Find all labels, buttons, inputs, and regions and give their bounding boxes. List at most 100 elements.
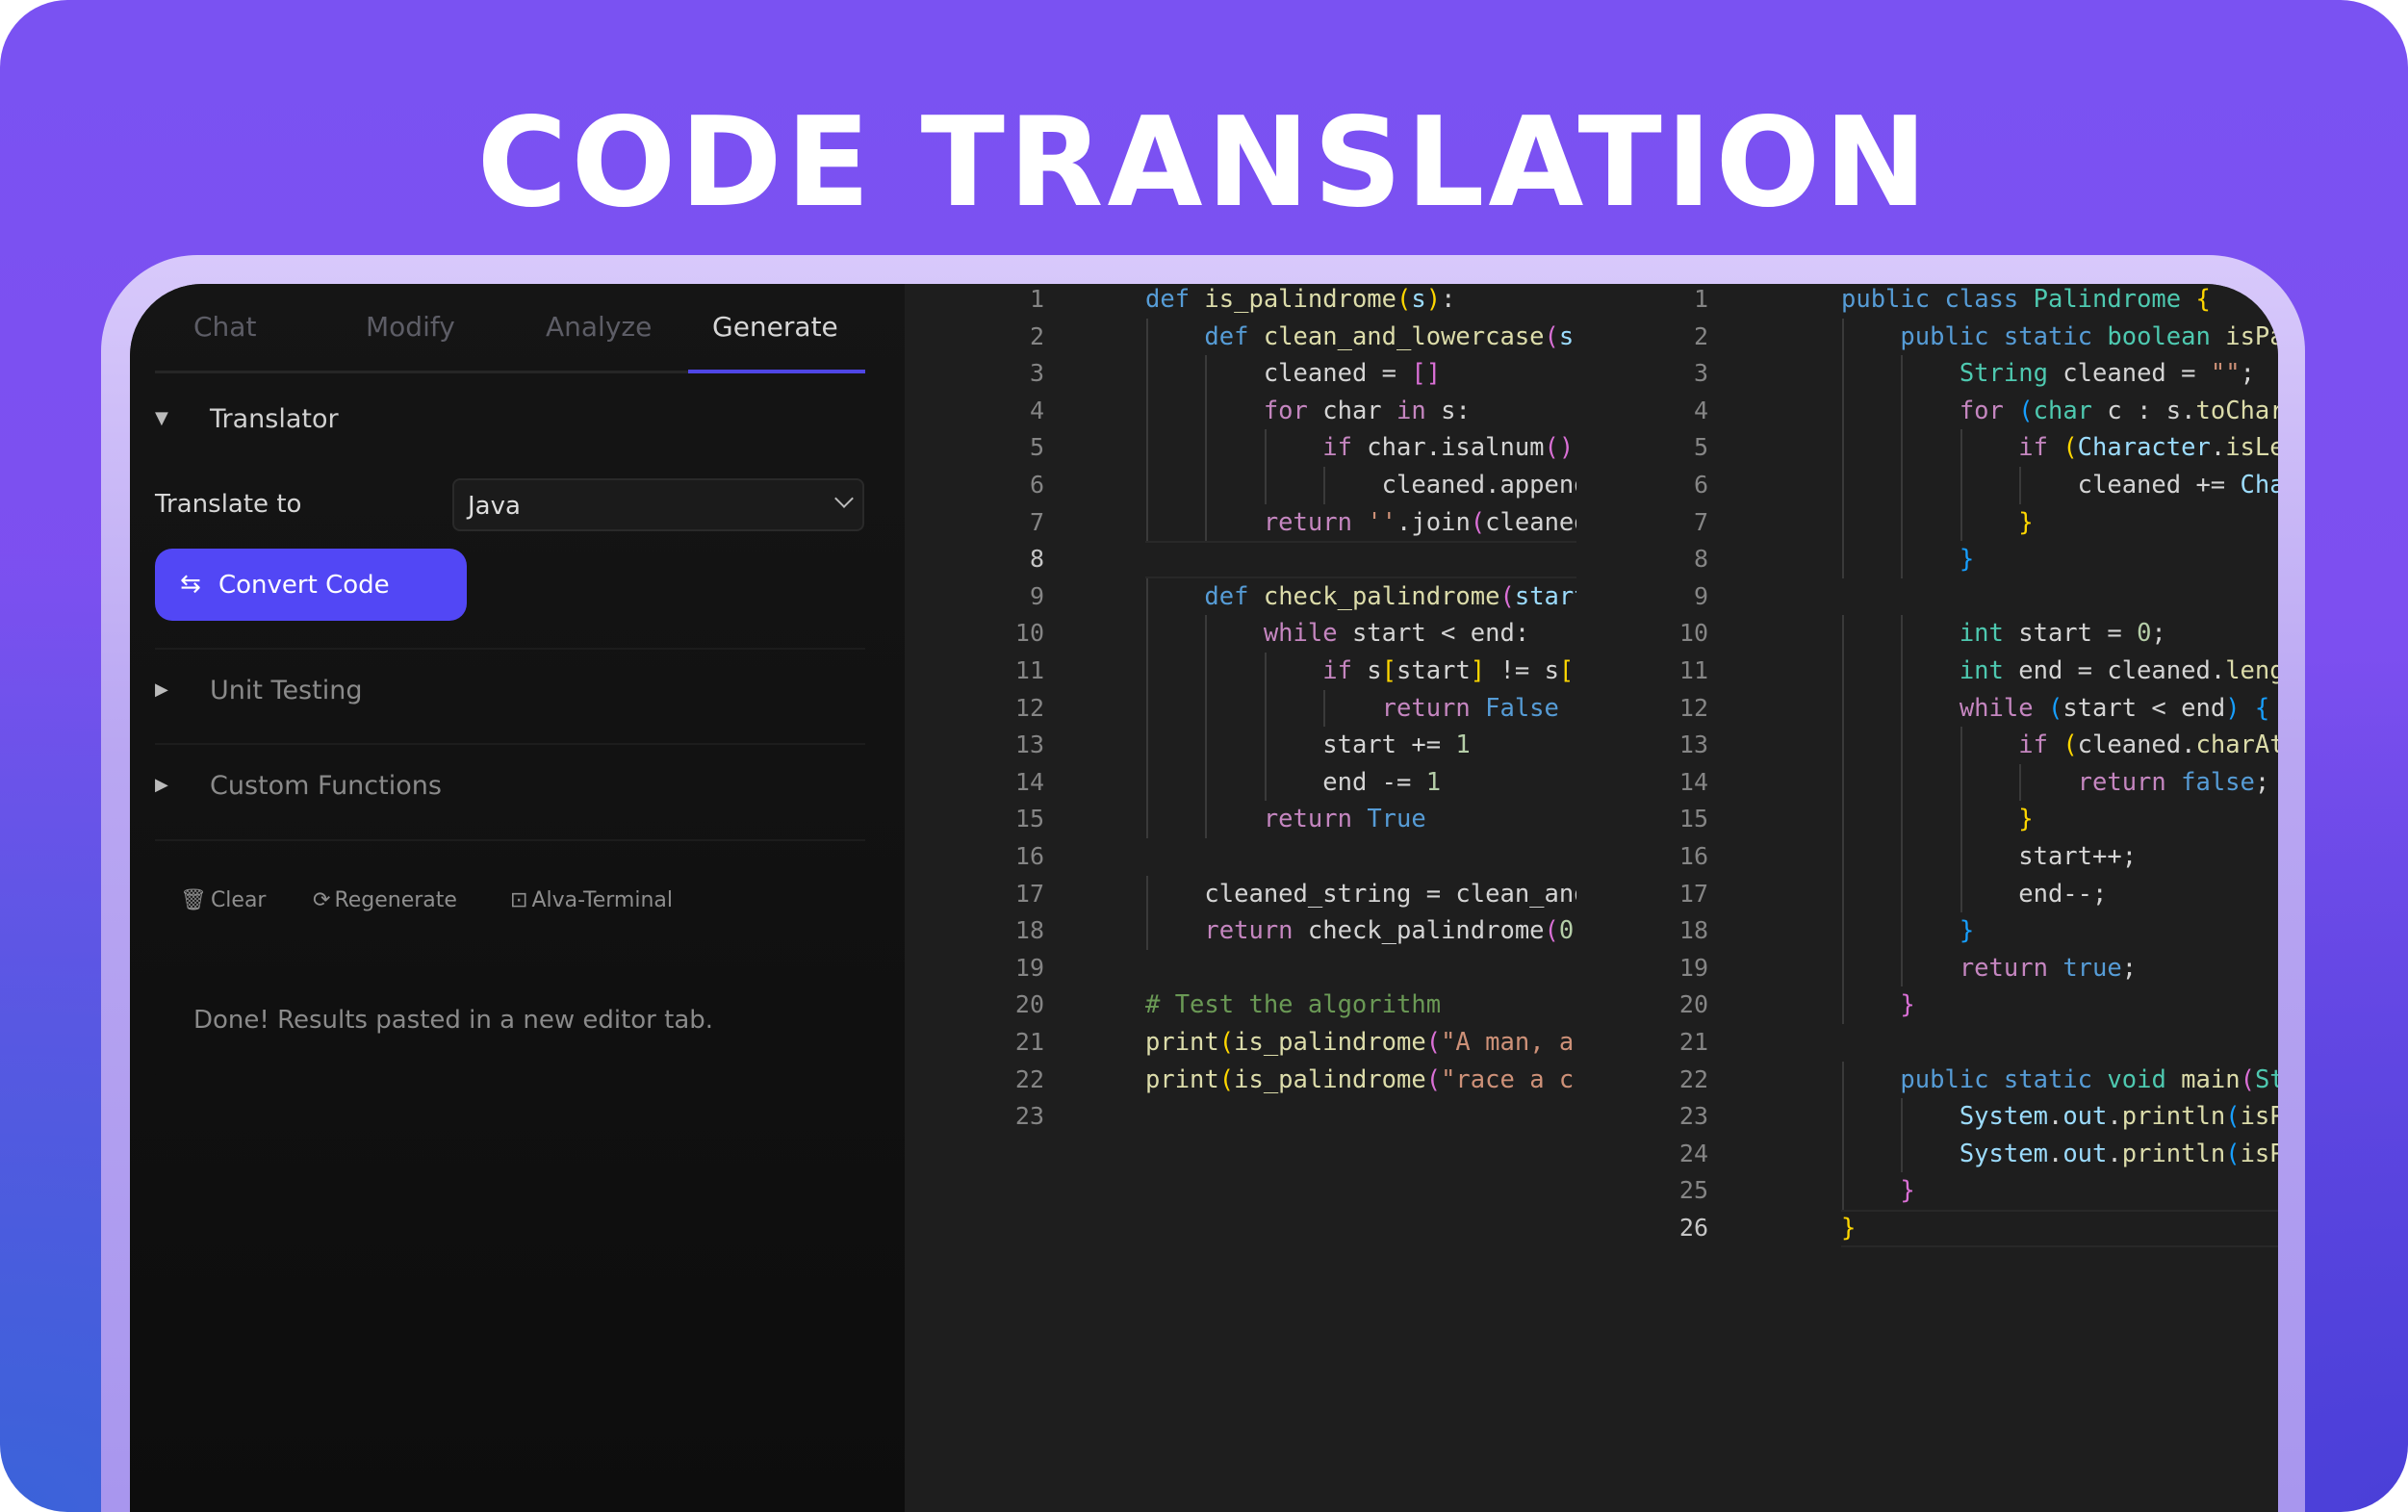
code-line[interactable]: if (Character.isLetterOrDigit	[1841, 429, 2278, 467]
code-line[interactable]: public static boolean isPalindrome(	[1841, 319, 2278, 356]
line-number: 5	[1029, 433, 1044, 462]
tab-analyze[interactable]: Analyze	[546, 311, 652, 343]
code-line[interactable]: }	[1841, 1172, 2278, 1210]
code-token: ;	[2121, 953, 2138, 983]
code-line[interactable]: return false;	[1841, 764, 2278, 802]
code-line[interactable]: return check_palindrome(0	[1145, 912, 1576, 950]
code-line[interactable]: start += 1	[1145, 727, 1576, 764]
source-editor-python[interactable]: 1 def is_palindrome(s): 2 def clean_and_lo…	[905, 284, 1576, 1512]
code-token: {	[2254, 693, 2270, 723]
code-line[interactable]: while start < end:	[1145, 615, 1576, 653]
code-line[interactable]	[1145, 950, 1576, 987]
code-line[interactable]: # Test the algorithm	[1145, 987, 1576, 1024]
code-line[interactable]: cleaned += Character.toLowerCase	[1841, 467, 2278, 504]
code-line[interactable]: int end = cleaned.length() - 1	[1841, 653, 2278, 690]
code-line[interactable]: start++;	[1841, 838, 2278, 876]
code-token: Character	[2240, 471, 2278, 500]
convert-code-button[interactable]: ⇆ Convert Code	[155, 549, 467, 621]
code-token: (	[2062, 433, 2078, 463]
active-tab-indicator	[688, 370, 865, 373]
translator-label: Translator	[210, 404, 339, 434]
code-line[interactable]: end--;	[1841, 876, 2278, 913]
line-number: 12	[1014, 693, 1044, 722]
alva-terminal-button[interactable]: ⊡ Alva-Terminal	[510, 888, 673, 912]
target-editor-java[interactable]: 1 public class Palindrome {2 public stati…	[1576, 284, 2278, 1512]
code-token: if	[1322, 433, 1352, 463]
code-token: cleaned_string = clean_and	[1204, 879, 1576, 909]
code-token: isPalindrome	[2240, 1102, 2278, 1132]
code-line[interactable]: end -= 1	[1145, 764, 1576, 802]
code-line[interactable]: }	[1841, 912, 2278, 950]
code-line[interactable]: cleaned.append	[1145, 467, 1576, 504]
tab-chat[interactable]: Chat	[193, 311, 256, 343]
code-line[interactable]: if (cleaned.charAt(start)	[1841, 727, 2278, 764]
code-line[interactable]: if char.isalnum()	[1145, 429, 1576, 467]
line-number: 26	[1678, 1214, 1708, 1242]
code-line[interactable]: public static void main(String[] args	[1841, 1062, 2278, 1099]
code-token: s	[1558, 321, 1575, 351]
code-token: (	[1218, 1028, 1235, 1057]
code-line[interactable]: return ''.join(cleaned	[1145, 504, 1576, 542]
status-box: Done! Results pasted in a new editor tab…	[155, 967, 865, 1078]
code-token: start	[1514, 581, 1576, 611]
code-line[interactable]	[1145, 1098, 1576, 1136]
code-line[interactable]: if s[start] != s[	[1145, 653, 1576, 690]
code-line[interactable]: for char in s:	[1145, 393, 1576, 430]
line-number: 15	[1014, 805, 1044, 833]
code-line[interactable]: def check_palindrome(start	[1145, 578, 1576, 616]
code-line[interactable]	[1841, 1024, 2278, 1062]
code-line[interactable]: print(is_palindrome("A man, a	[1145, 1024, 1576, 1062]
line-number: 6	[1029, 471, 1044, 499]
code-line[interactable]: }	[1841, 987, 2278, 1024]
code-line[interactable]: return False	[1145, 690, 1576, 728]
code-line[interactable]: cleaned = []	[1145, 355, 1576, 393]
code-token: ;	[2240, 359, 2255, 389]
code-line[interactable]: String cleaned = "";	[1841, 355, 2278, 393]
tab-modify[interactable]: Modify	[366, 311, 455, 343]
code-line[interactable]: def clean_and_lowercase(s	[1145, 319, 1576, 356]
code-line[interactable]: System.out.println(isPalindrome	[1841, 1136, 2278, 1173]
language-select[interactable]: Java	[452, 478, 864, 531]
line-number: 12	[1678, 693, 1708, 722]
tab-generate[interactable]: Generate	[712, 311, 838, 343]
code-token: start++;	[2018, 842, 2138, 871]
code-token: String	[2254, 1064, 2278, 1094]
code-line[interactable]: return True	[1145, 801, 1576, 838]
code-token: (	[2047, 693, 2063, 723]
code-line[interactable]: cleaned_string = clean_and	[1145, 876, 1576, 913]
code-line[interactable]: }	[1841, 801, 2278, 838]
code-line[interactable]: }	[1841, 1210, 2278, 1247]
code-line[interactable]: for (char c : s.toCharArray())	[1841, 393, 2278, 430]
code-line[interactable]	[1145, 541, 1576, 578]
regenerate-button[interactable]: ⟳ Regenerate	[313, 888, 457, 912]
clear-button[interactable]: 🗑 Clear	[180, 888, 266, 912]
code-line[interactable]: int start = 0;	[1841, 615, 2278, 653]
code-line[interactable]: }	[1841, 541, 2278, 578]
code-line[interactable]	[1841, 578, 2278, 616]
code-token: cleaned =	[1263, 359, 1412, 389]
code-token: return	[1263, 507, 1352, 537]
code-line[interactable]: print(is_palindrome("race a c	[1145, 1062, 1576, 1099]
code-line[interactable]: return true;	[1841, 950, 2278, 987]
code-line[interactable]: System.out.println(isPalindrome	[1841, 1098, 2278, 1136]
code-line[interactable]	[1145, 838, 1576, 876]
line-number: 21	[1014, 1028, 1044, 1056]
code-line[interactable]: }	[1841, 504, 2278, 542]
line-number: 25	[1678, 1176, 1708, 1205]
code-line[interactable]: public class Palindrome {	[1841, 284, 2278, 319]
code-line[interactable]: def is_palindrome(s):	[1145, 284, 1576, 319]
code-line[interactable]: while (start < end) {	[1841, 690, 2278, 728]
code-token: (	[2225, 1102, 2241, 1132]
